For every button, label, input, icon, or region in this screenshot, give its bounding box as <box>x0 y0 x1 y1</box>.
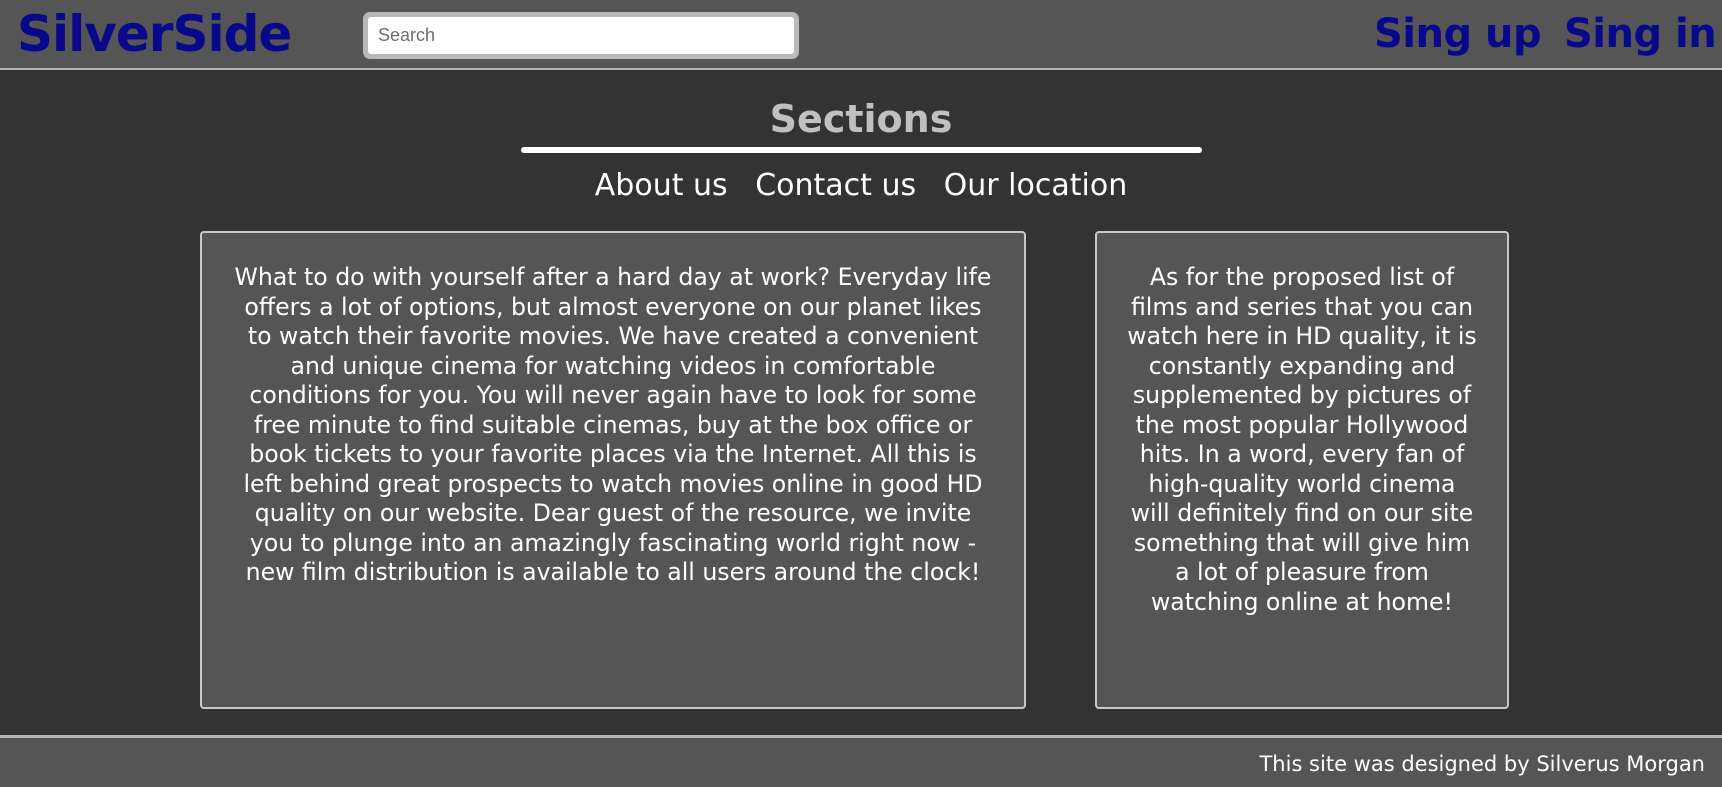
nav-our-location[interactable]: Our location <box>944 168 1128 203</box>
footer-credit: This site was designed by Silverus Morga… <box>1259 752 1705 776</box>
section-nav: About us Contact us Our location <box>0 163 1722 209</box>
search-box <box>363 12 799 59</box>
nav-about-us[interactable]: About us <box>595 168 728 203</box>
catalog-panel-text: As for the proposed list of films and se… <box>1127 263 1477 616</box>
site-footer: This site was designed by Silverus Morga… <box>0 735 1722 787</box>
intro-panel: What to do with yourself after a hard da… <box>200 231 1026 709</box>
signup-link[interactable]: Sing up <box>1374 6 1542 62</box>
sections-heading: Sections <box>769 97 953 141</box>
search-input[interactable] <box>368 17 794 54</box>
sections-divider <box>521 147 1202 153</box>
signin-link[interactable]: Sing in <box>1564 6 1717 62</box>
site-logo[interactable]: SilverSide <box>17 2 292 66</box>
catalog-panel: As for the proposed list of films and se… <box>1095 231 1509 709</box>
nav-contact-us[interactable]: Contact us <box>755 168 916 203</box>
intro-panel-text: What to do with yourself after a hard da… <box>234 263 992 586</box>
site-header: SilverSide Sing up Sing in <box>0 0 1722 70</box>
